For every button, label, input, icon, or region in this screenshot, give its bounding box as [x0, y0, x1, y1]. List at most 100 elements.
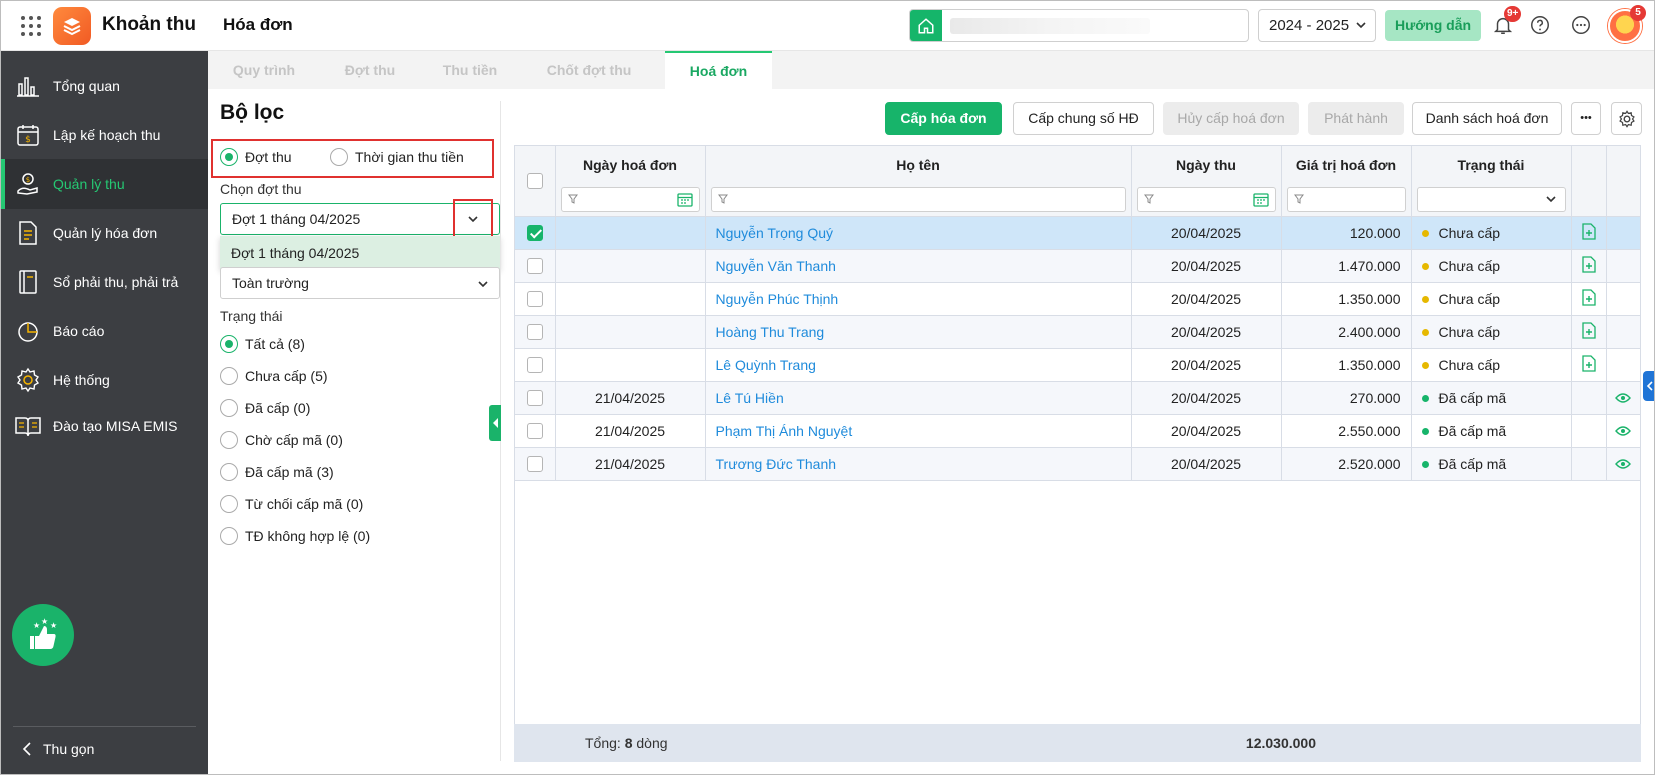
- radio[interactable]: [220, 527, 238, 545]
- sidebar-item-ledger[interactable]: Sổ phải thu, phải trả: [1, 257, 208, 307]
- add-invoice-icon[interactable]: [1581, 255, 1596, 273]
- row-checkbox[interactable]: [526, 258, 543, 275]
- calendar-icon[interactable]: [1252, 192, 1269, 207]
- status-option-not-issued[interactable]: Chưa cấp (5): [220, 367, 328, 385]
- student-name-link[interactable]: Nguyễn Văn Thanh: [716, 258, 836, 274]
- row-checkbox[interactable]: [526, 291, 543, 308]
- radio[interactable]: [220, 463, 238, 481]
- student-name-link[interactable]: Lê Quỳnh Trang: [716, 357, 816, 373]
- tab-process[interactable]: Quy trình: [208, 51, 320, 89]
- row-checkbox[interactable]: [526, 357, 543, 374]
- guide-button[interactable]: Hướng dẫn: [1385, 10, 1481, 41]
- table-row[interactable]: Nguyễn Phúc Thịnh 20/04/2025 1.350.000 C…: [515, 282, 1640, 316]
- row-checkbox[interactable]: [526, 324, 543, 341]
- chevron-down-icon[interactable]: [467, 213, 479, 225]
- row-checkbox[interactable]: [526, 423, 543, 440]
- column-header-full-name[interactable]: Họ tên: [705, 146, 1132, 183]
- table-row[interactable]: 21/04/2025 Lê Tú Hiền 20/04/2025 270.000…: [515, 381, 1640, 415]
- radio[interactable]: [220, 367, 238, 385]
- sidebar-item-invoice-management[interactable]: Quản lý hóa đơn: [1, 208, 208, 258]
- status-option-invalid[interactable]: TĐ không hợp lệ (0): [220, 527, 370, 545]
- status-option-issued[interactable]: Đã cấp (0): [220, 399, 310, 417]
- add-invoice-icon[interactable]: [1581, 321, 1596, 339]
- mode-option-payment-time[interactable]: Thời gian thu tiền: [330, 148, 464, 166]
- payment-date-filter[interactable]: [1136, 186, 1276, 212]
- batch-dropdown-option[interactable]: Đợt 1 tháng 04/2025: [220, 236, 500, 270]
- table-row[interactable]: 21/04/2025 Trương Đức Thanh 20/04/2025 2…: [515, 447, 1640, 481]
- mode-option-batch[interactable]: Đợt thu: [220, 148, 292, 166]
- radio[interactable]: [330, 148, 348, 166]
- column-header-status[interactable]: Trạng thái: [1411, 146, 1572, 183]
- issue-invoice-button[interactable]: Cấp hóa đơn: [885, 102, 1002, 135]
- tab-invoice[interactable]: Hoá đơn: [665, 51, 772, 89]
- calendar-icon[interactable]: [676, 192, 693, 207]
- add-invoice-icon[interactable]: [1581, 222, 1596, 240]
- row-checkbox[interactable]: [526, 456, 543, 473]
- home-icon[interactable]: [910, 10, 942, 41]
- status-option-all[interactable]: Tất cả (8): [220, 335, 305, 353]
- student-name-link[interactable]: Phạm Thị Ánh Nguyệt: [716, 423, 853, 439]
- collapse-sidebar-button[interactable]: Thu gọn: [21, 741, 94, 757]
- avatar[interactable]: 5: [1608, 5, 1646, 43]
- sidebar-item-revenue-management[interactable]: $ Quản lý thu: [1, 159, 208, 209]
- radio[interactable]: [220, 431, 238, 449]
- row-checkbox[interactable]: [526, 225, 543, 242]
- full-name-filter[interactable]: [710, 186, 1126, 212]
- school-year-select[interactable]: 2024 - 2025: [1258, 9, 1376, 42]
- status-option-rejected[interactable]: Từ chối cấp mã (0): [220, 495, 363, 513]
- more-actions-button[interactable]: •••: [1571, 102, 1601, 135]
- student-name-link[interactable]: Trương Đức Thanh: [716, 456, 837, 472]
- column-header-amount[interactable]: Giá trị hoá đơn: [1281, 146, 1412, 183]
- student-name-link[interactable]: Nguyễn Phúc Thịnh: [716, 291, 839, 307]
- school-selector[interactable]: [909, 9, 1249, 42]
- table-row[interactable]: Hoàng Thu Trang 20/04/2025 2.400.000 Chư…: [515, 315, 1640, 349]
- tab-collection-batch[interactable]: Đợt thu: [320, 51, 420, 89]
- table-row[interactable]: Nguyễn Văn Thanh 20/04/2025 1.470.000 Ch…: [515, 249, 1640, 283]
- add-invoice-icon[interactable]: [1581, 354, 1596, 372]
- collapse-filter-handle[interactable]: [489, 405, 501, 441]
- publish-button[interactable]: Phát hành: [1308, 102, 1404, 135]
- student-name-link[interactable]: Nguyễn Trọng Quý: [716, 225, 834, 241]
- sidebar-item-overview[interactable]: Tổng quan: [1, 61, 208, 111]
- radio[interactable]: [220, 399, 238, 417]
- eye-icon[interactable]: [1615, 425, 1632, 436]
- help-icon[interactable]: [1528, 13, 1552, 37]
- invoice-date-filter[interactable]: [560, 186, 700, 212]
- sidebar-item-planning[interactable]: $ Lập kế hoạch thu: [1, 110, 208, 160]
- table-row[interactable]: Lê Quỳnh Trang 20/04/2025 1.350.000 Chưa…: [515, 348, 1640, 382]
- invoice-list-button[interactable]: Danh sách hoá đơn: [1412, 102, 1562, 135]
- bell-icon[interactable]: 9+: [1491, 6, 1522, 37]
- radio-selected[interactable]: [220, 148, 238, 166]
- table-row[interactable]: Nguyễn Trọng Quý 20/04/2025 120.000 Chưa…: [515, 216, 1640, 250]
- eye-icon[interactable]: [1615, 392, 1632, 403]
- right-panel-toggle[interactable]: [1643, 371, 1654, 401]
- row-checkbox[interactable]: [526, 390, 543, 407]
- eye-icon[interactable]: [1615, 458, 1632, 469]
- sidebar-item-reports[interactable]: Báo cáo: [1, 306, 208, 356]
- select-all-checkbox[interactable]: [526, 173, 543, 190]
- tab-close-batch[interactable]: Chốt đợt thu: [520, 51, 658, 89]
- more-options-icon[interactable]: [1569, 13, 1593, 37]
- sidebar-item-system[interactable]: Hệ thống: [1, 355, 208, 405]
- column-header-invoice-date[interactable]: Ngày hoá đơn: [555, 146, 706, 183]
- student-name-link[interactable]: Lê Tú Hiền: [716, 390, 784, 406]
- settings-button[interactable]: [1611, 102, 1642, 135]
- radio-selected[interactable]: [220, 335, 238, 353]
- app-launcher-icon[interactable]: [21, 16, 41, 36]
- status-filter[interactable]: [1416, 186, 1566, 212]
- add-invoice-icon[interactable]: [1581, 288, 1596, 306]
- column-header-payment-date[interactable]: Ngày thu: [1131, 146, 1282, 183]
- svg-text:★: ★: [33, 621, 40, 630]
- student-name-link[interactable]: Hoàng Thu Trang: [716, 324, 825, 340]
- cancel-issue-button[interactable]: Hủy cấp hoá đơn: [1163, 102, 1299, 135]
- shared-number-button[interactable]: Cấp chung số HĐ: [1013, 102, 1154, 135]
- amount-filter[interactable]: [1286, 186, 1406, 212]
- status-option-waiting-code[interactable]: Chờ cấp mã (0): [220, 431, 343, 449]
- tab-collect-money[interactable]: Thu tiền: [420, 51, 520, 89]
- sidebar-item-training[interactable]: Đào tạo MISA EMIS: [1, 401, 208, 451]
- table-row[interactable]: 21/04/2025 Phạm Thị Ánh Nguyệt 20/04/202…: [515, 414, 1640, 448]
- status-option-code-issued[interactable]: Đã cấp mã (3): [220, 463, 334, 481]
- feedback-thumbs-up-icon[interactable]: ★ ★ ★: [12, 604, 74, 666]
- radio[interactable]: [220, 495, 238, 513]
- scope-select[interactable]: Toàn trường: [220, 267, 500, 299]
